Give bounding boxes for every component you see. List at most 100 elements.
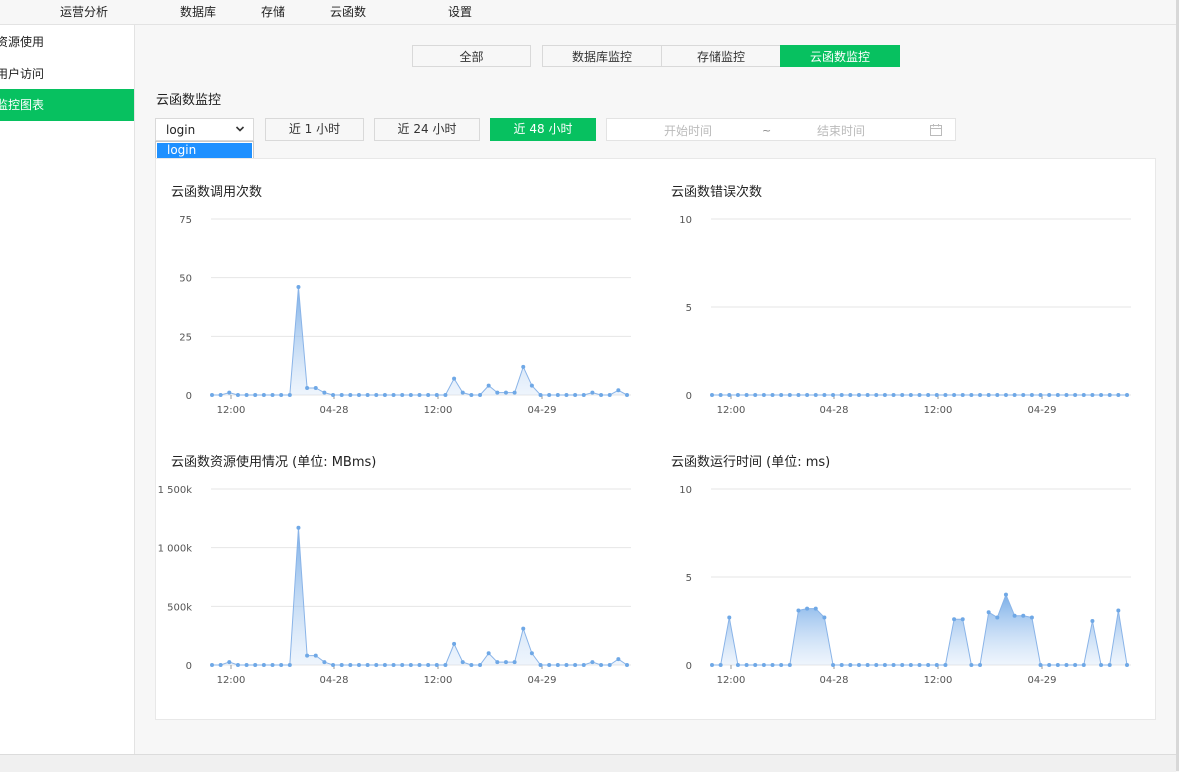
sidebar-item-user-access[interactable]: 用户访问 [0, 58, 134, 90]
data-point [805, 606, 810, 611]
date-range-picker[interactable]: 开始时间 ~ 结束时间 [606, 118, 956, 141]
data-point [590, 660, 595, 665]
y-tick-label: 1 000k [158, 544, 193, 555]
data-point [1029, 615, 1034, 620]
data-point [452, 641, 457, 646]
data-point [625, 663, 629, 667]
range-button-24h[interactable]: 近 24 小时 [374, 118, 480, 141]
data-point [478, 393, 483, 397]
data-point [521, 626, 526, 631]
tab-database-monitor[interactable]: 数据库监控 [542, 45, 662, 67]
data-point [599, 393, 604, 397]
data-point [952, 617, 957, 622]
y-tick-label: 500k [167, 602, 192, 613]
data-point [874, 663, 879, 667]
data-point [986, 610, 991, 615]
data-point [856, 663, 861, 667]
calendar-icon[interactable] [929, 123, 943, 137]
data-point [718, 393, 723, 397]
data-point [865, 393, 870, 397]
range-button-1h[interactable]: 近 1 小时 [265, 118, 364, 141]
data-point [547, 393, 552, 397]
data-point [503, 390, 508, 395]
function-select[interactable]: login [155, 118, 254, 141]
data-point [1099, 393, 1104, 397]
data-point [718, 663, 723, 667]
data-point [1003, 592, 1008, 597]
data-point [779, 663, 784, 667]
data-point [486, 383, 491, 388]
sidebar-item-monitoring-charts[interactable]: 监控图表 [0, 89, 134, 121]
series-area [712, 594, 1127, 665]
data-point [796, 608, 801, 613]
data-point [848, 393, 853, 397]
top-menu-cloud-functions[interactable]: 云函数 [330, 3, 366, 20]
data-point [365, 393, 370, 397]
data-point [943, 663, 948, 667]
data-point [779, 393, 784, 397]
x-tick-label: 12:00 [217, 405, 246, 416]
x-tick-label: 04-28 [319, 675, 348, 686]
data-point [1029, 393, 1034, 397]
data-point [900, 663, 905, 667]
data-point [279, 663, 284, 667]
data-point [244, 663, 249, 667]
data-point [1090, 619, 1095, 623]
data-point [313, 385, 318, 390]
data-point [1116, 393, 1121, 397]
data-point [590, 390, 595, 395]
data-point [287, 663, 292, 667]
data-point [813, 393, 818, 397]
top-menu-storage[interactable]: 存储 [261, 3, 285, 20]
range-button-48h[interactable]: 近 48 小时 [490, 118, 596, 141]
data-point [495, 390, 500, 395]
top-menu-database[interactable]: 数据库 [180, 3, 216, 20]
data-point [1038, 393, 1043, 397]
data-point [374, 393, 379, 397]
data-point [434, 393, 439, 397]
y-tick-label: 1 500k [158, 485, 193, 496]
data-point [339, 663, 344, 667]
top-menu-analytics[interactable]: 运营分析 [60, 3, 108, 20]
tab-all[interactable]: 全部 [412, 45, 531, 67]
top-menu-bar: 运营分析 数据库 存储 云函数 设置 [0, 0, 1176, 25]
end-time-input[interactable]: 结束时间 [817, 122, 865, 139]
data-point [356, 663, 361, 667]
sidebar-item-resource-usage[interactable]: 资源使用 [0, 26, 134, 58]
dropdown-option-login[interactable]: login [157, 143, 252, 158]
tab-storage-monitor[interactable]: 存储监控 [661, 45, 781, 67]
data-point [348, 393, 353, 397]
data-point [538, 393, 543, 397]
data-point [555, 393, 560, 397]
data-point [891, 393, 896, 397]
data-point [417, 393, 422, 397]
data-point [926, 393, 931, 397]
data-point [322, 660, 327, 665]
data-point [235, 393, 240, 397]
data-point [607, 393, 612, 397]
data-point [874, 393, 879, 397]
data-point [753, 663, 758, 667]
data-point [478, 663, 483, 667]
top-menu-settings[interactable]: 设置 [448, 3, 472, 20]
data-point [434, 663, 439, 667]
series-area [212, 527, 627, 665]
function-select-dropdown: login [155, 141, 254, 159]
data-point [356, 393, 361, 397]
start-time-input[interactable]: 开始时间 [664, 122, 712, 139]
y-tick-label: 50 [179, 274, 192, 285]
data-point [227, 660, 232, 665]
tab-cloud-function-monitor[interactable]: 云函数监控 [780, 45, 900, 67]
data-point [882, 663, 887, 667]
data-point [1055, 393, 1060, 397]
data-point [1116, 608, 1121, 613]
y-tick-label: 5 [686, 573, 692, 584]
data-point [822, 393, 827, 397]
data-point [512, 390, 517, 395]
function-select-value: login [166, 123, 196, 137]
data-point [761, 663, 766, 667]
data-point [564, 393, 569, 397]
data-point [1021, 393, 1026, 397]
data-point [943, 393, 948, 397]
data-point [831, 393, 836, 397]
